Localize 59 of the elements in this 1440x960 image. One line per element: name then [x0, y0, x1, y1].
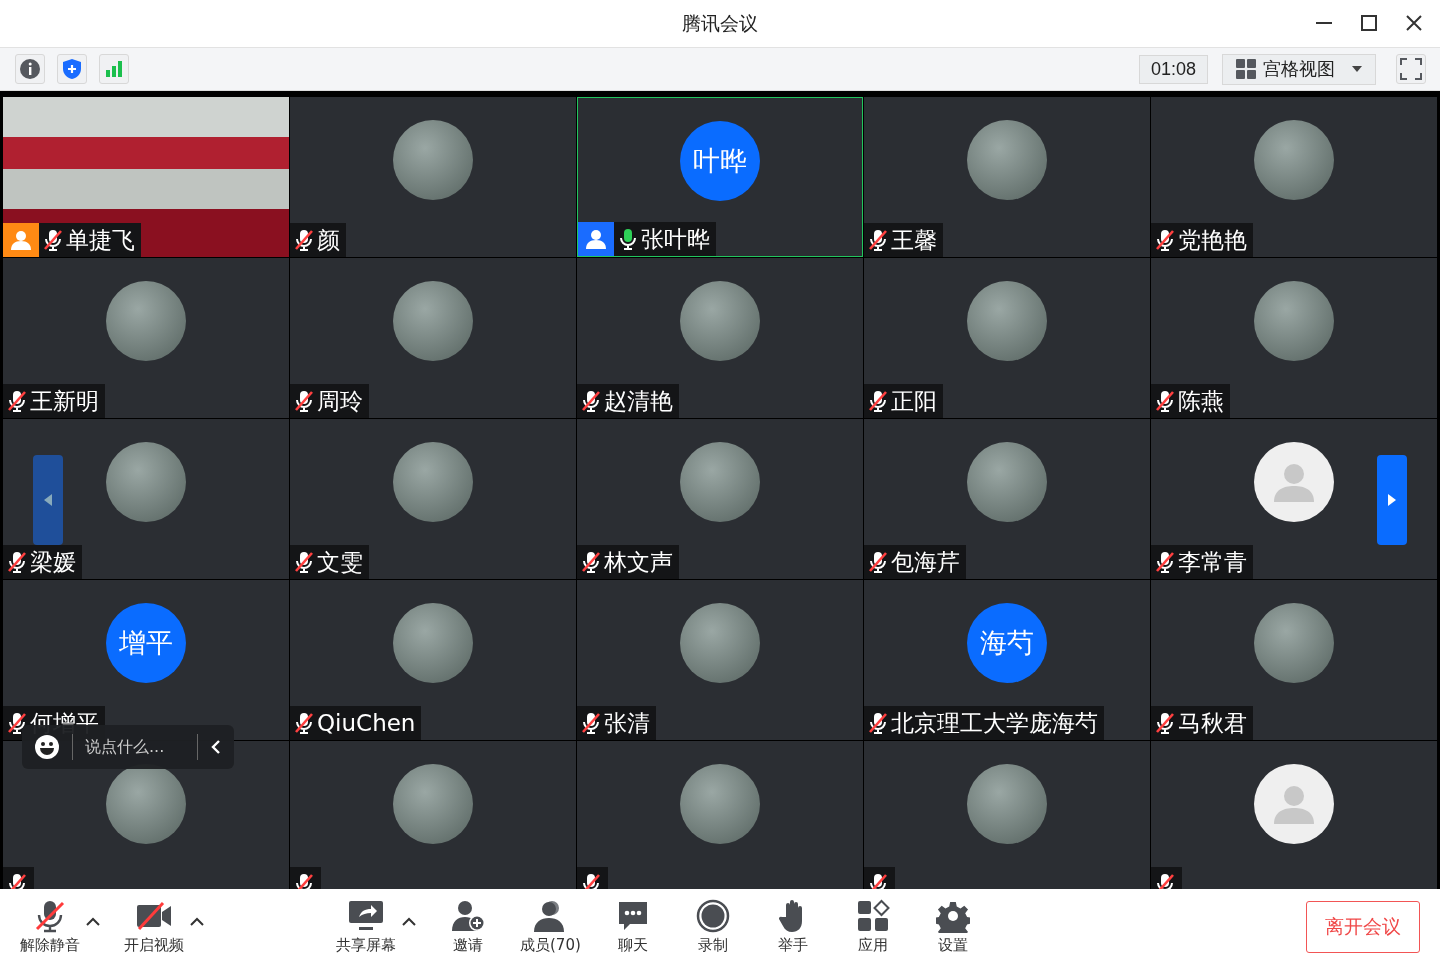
participant-name: 梁媛 — [30, 547, 76, 577]
participant-name: 党艳艳 — [1178, 225, 1247, 255]
participant-name: 张清 — [604, 708, 650, 738]
initials-avatar: 增平 — [106, 603, 186, 683]
toolbar-button[interactable]: 录制 — [676, 899, 749, 955]
screen-share-icon — [347, 899, 385, 933]
participant-name: 赵清艳 — [604, 386, 673, 416]
participant-name: QiuChen — [317, 710, 416, 736]
toolbar-button[interactable]: 解除静音 — [12, 899, 88, 955]
participant-name: 马秋君 — [1178, 708, 1247, 738]
view-mode-dropdown[interactable]: 宫格视图 — [1222, 53, 1376, 85]
participant-name: 陈燕 — [1178, 386, 1224, 416]
emoji-icon[interactable] — [34, 734, 60, 760]
fullscreen-icon[interactable] — [1396, 54, 1426, 84]
participant-name: 单捷飞 — [66, 225, 135, 255]
toolbar-button[interactable]: 共享屏幕 — [328, 899, 404, 955]
chat-input-field[interactable]: 说点什么... — [85, 736, 185, 758]
participant-name: 包海芹 — [891, 547, 960, 577]
toolbar-button[interactable]: 聊天 — [596, 899, 669, 955]
meeting-timer: 01:08 — [1138, 54, 1208, 84]
participant-name: 王馨 — [891, 225, 937, 255]
caret-icon — [1351, 65, 1363, 73]
settings-icon — [935, 899, 970, 933]
participant-name: 北京理工大学庞海芍 — [891, 708, 1098, 738]
caret-icon[interactable] — [86, 917, 100, 926]
right-arrow-icon — [1387, 493, 1397, 507]
grid-icon — [1235, 58, 1257, 80]
initials-avatar: 叶晔 — [680, 121, 760, 201]
participant-name: 何增平 — [30, 708, 99, 738]
participant-name: 颜 — [317, 225, 340, 255]
toolbar-button[interactable]: 开启视频 — [116, 899, 192, 955]
maximize-icon[interactable] — [1359, 13, 1379, 33]
caret-icon[interactable] — [190, 917, 204, 926]
participant-name: 正阳 — [891, 386, 937, 416]
shield-icon[interactable] — [57, 54, 87, 84]
muted-mic-icon — [33, 899, 67, 933]
participant-name: 张叶晔 — [641, 224, 710, 254]
info-icon[interactable] — [15, 54, 45, 84]
record-icon — [695, 899, 730, 933]
caret-icon[interactable] — [402, 917, 416, 926]
close-icon[interactable] — [1404, 13, 1424, 33]
toolbar-button[interactable]: 应用 — [836, 899, 909, 955]
leave-meeting-button[interactable]: 离开会议 — [1306, 901, 1420, 953]
collapse-icon[interactable] — [210, 739, 222, 755]
participant-name: 周玲 — [317, 386, 363, 416]
left-arrow-icon — [43, 493, 53, 507]
participant-name: 王新明 — [30, 386, 99, 416]
participant-name: 李常青 — [1178, 547, 1247, 577]
toolbar-button[interactable]: 邀请 — [432, 899, 504, 955]
window-title: 腾讯会议 — [682, 10, 758, 36]
apps-icon — [855, 899, 890, 933]
toolbar-button[interactable]: 成员(70) — [512, 899, 589, 955]
camera-off-icon — [135, 899, 173, 933]
toolbar-button[interactable]: 举手 — [756, 899, 829, 955]
participant-name: 文雯 — [317, 547, 363, 577]
add-person-icon — [450, 899, 486, 933]
toolbar-button[interactable]: 设置 — [916, 899, 989, 955]
participant-name: 林文声 — [604, 547, 673, 577]
initials-avatar: 海芍 — [967, 603, 1047, 683]
